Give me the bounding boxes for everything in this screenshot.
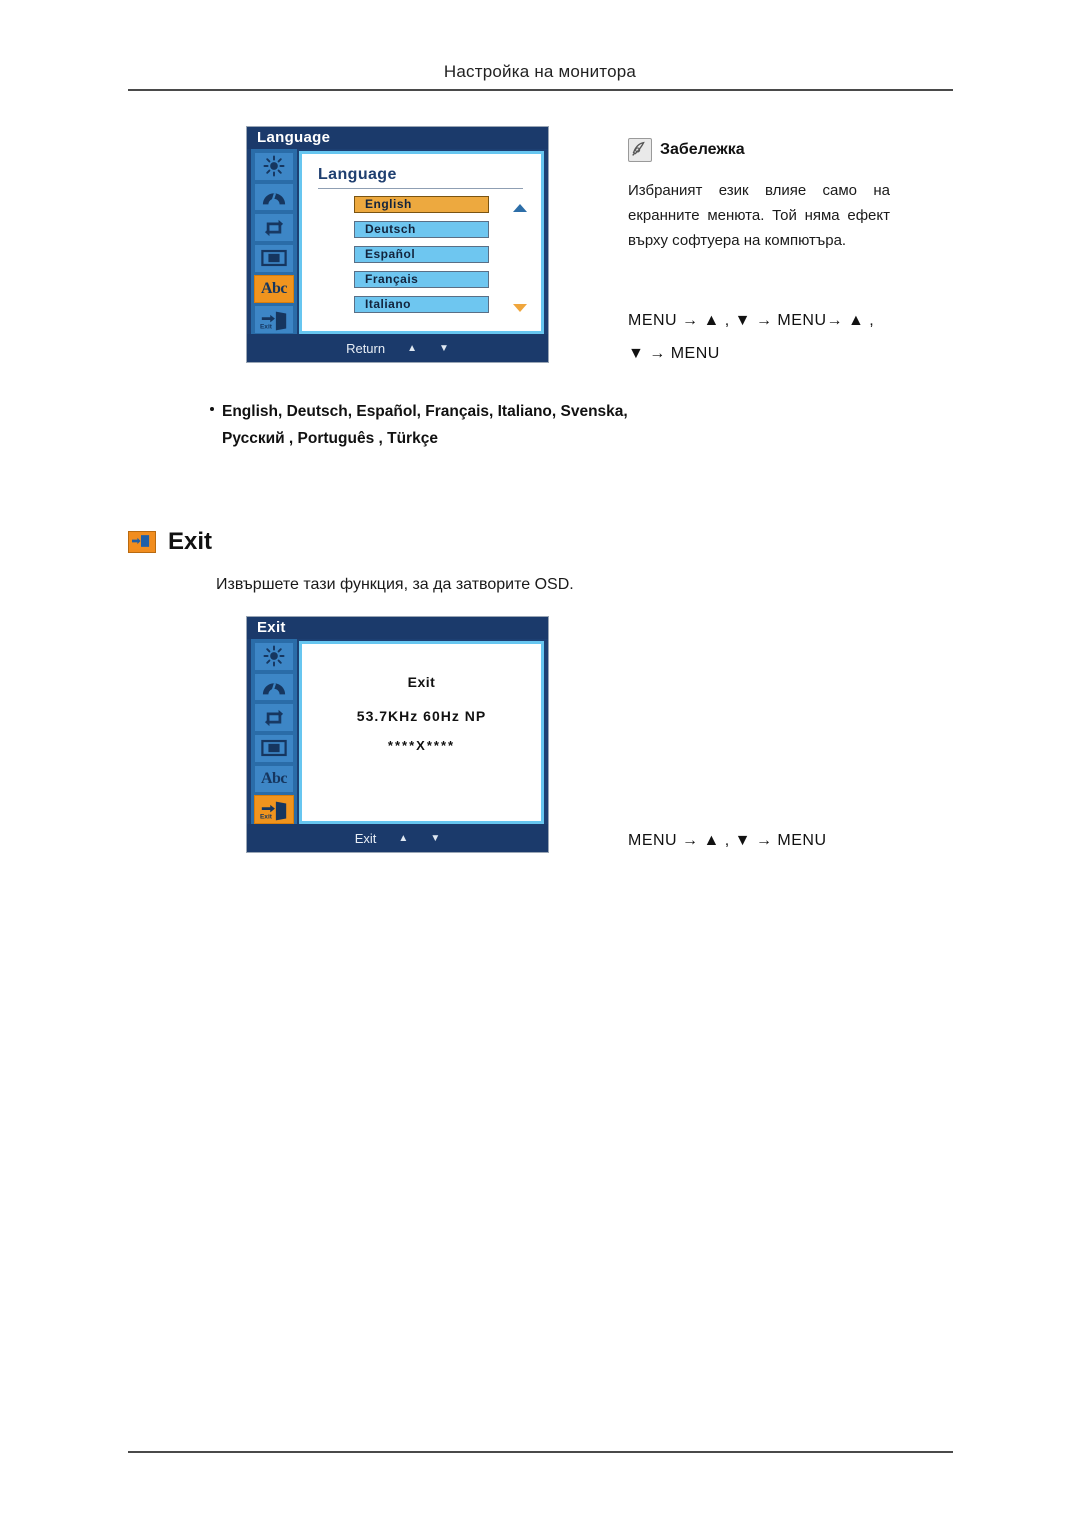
exit-screen-line-2: 53.7KHz 60Hz NP [356, 708, 487, 724]
scroll-down-arrow-icon[interactable] [513, 304, 527, 312]
osd-titlebar: Language [247, 127, 548, 149]
note-key-sequence-line-2: ▼ → MENU [628, 345, 720, 362]
image-size-icon[interactable] [254, 244, 294, 273]
note-pen-icon [628, 138, 652, 162]
supported-languages-line-1: English, Deutsch, Español, Français, Ita… [222, 403, 628, 420]
brightness-icon[interactable] [254, 642, 294, 671]
osd-titlebar-exit: Exit [247, 617, 548, 639]
language-abc-icon-label: Abc [260, 770, 288, 788]
language-heading-rule [318, 188, 523, 189]
language-abc-icon[interactable]: Abc [254, 764, 294, 794]
language-option-francais[interactable]: Français [354, 271, 489, 288]
language-option-espanol[interactable]: Español [354, 246, 489, 263]
osd-body: Abc Exit Language English Deutsch Españo… [247, 149, 548, 336]
osd-footer-exit: Exit ▲ ▼ [247, 824, 548, 852]
osd-footer-down-icon[interactable]: ▼ [439, 343, 449, 354]
osd-footer-label: Return [346, 340, 386, 356]
note-key-sequence-line-1: MENU → ▲ , ▼ → MENU→ ▲ , [628, 312, 875, 329]
language-osd-screenshot: Language Abc Exit Language English Deuts… [246, 126, 549, 363]
contrast-icon[interactable] [254, 182, 294, 212]
osd-screen-language: Language English Deutsch Español Françai… [299, 151, 544, 334]
osd-body-exit: Abc Exit Exit 53.7KHz 60Hz NP ****X**** [247, 639, 548, 826]
exit-screen-text: Exit 53.7KHz 60Hz NP ****X**** [302, 674, 541, 753]
header-divider [128, 89, 953, 91]
language-option-italiano[interactable]: Italiano [354, 296, 489, 313]
osd-footer-up-icon[interactable]: ▲ [398, 833, 408, 844]
exit-section-icon [128, 531, 156, 553]
exit-section-description: Извършете тази функция, за да затворите … [216, 576, 574, 593]
supported-languages-line-2: Русский , Português , Türkçe [222, 430, 438, 447]
language-option-deutsch[interactable]: Deutsch [354, 221, 489, 238]
contrast-icon[interactable] [254, 672, 294, 702]
osd-footer-down-icon[interactable]: ▼ [430, 833, 440, 844]
exit-screen-line-1: Exit [407, 674, 436, 690]
note-heading: Забележка [628, 138, 890, 162]
page-header-title: Настройка на монитора [443, 62, 637, 81]
note-block: Забележка Избраният език влияе само на е… [628, 138, 890, 253]
osd-screen-exit: Exit 53.7KHz 60Hz NP ****X**** [299, 641, 544, 824]
language-option-list: English Deutsch Español Français Italian… [354, 196, 489, 321]
language-abc-icon-label: Abc [260, 280, 288, 298]
note-title: Забележка [660, 141, 745, 158]
svg-text:Exit: Exit [260, 813, 273, 820]
osd-sidebar: Abc Exit [251, 149, 297, 336]
reset-icon[interactable] [254, 213, 294, 243]
svg-text:Exit: Exit [260, 323, 273, 330]
osd-footer-label: Exit [354, 830, 377, 846]
exit-section-heading: Exit [128, 528, 212, 556]
exit-screen-line-3: ****X**** [387, 738, 456, 753]
exit-section-title: Exit [168, 528, 213, 555]
note-body: Избраният език влияе само на екранните м… [628, 182, 890, 249]
exit-key-sequence: MENU → ▲ , ▼ → MENU [628, 832, 827, 849]
exit-door-icon[interactable]: Exit [254, 795, 294, 825]
language-abc-icon[interactable]: Abc [254, 274, 294, 304]
brightness-icon[interactable] [254, 152, 294, 181]
osd-sidebar-exit: Abc Exit [251, 639, 297, 826]
bullet-dot-icon [210, 407, 214, 411]
exit-osd-screenshot: Exit Abc Exit Exit 53.7KHz 60Hz NP ****X… [246, 616, 549, 853]
osd-footer-up-icon[interactable]: ▲ [407, 343, 417, 354]
language-option-english[interactable]: English [354, 196, 489, 213]
scroll-up-arrow-icon[interactable] [513, 204, 527, 212]
supported-languages-bullet: English, Deutsch, Español, Français, Ita… [210, 398, 922, 452]
reset-icon[interactable] [254, 703, 294, 733]
exit-door-icon[interactable]: Exit [254, 305, 294, 335]
image-size-icon[interactable] [254, 734, 294, 763]
footer-divider [128, 1451, 953, 1453]
osd-footer-language: Return ▲ ▼ [247, 334, 548, 362]
language-panel-heading: Language [318, 166, 397, 183]
